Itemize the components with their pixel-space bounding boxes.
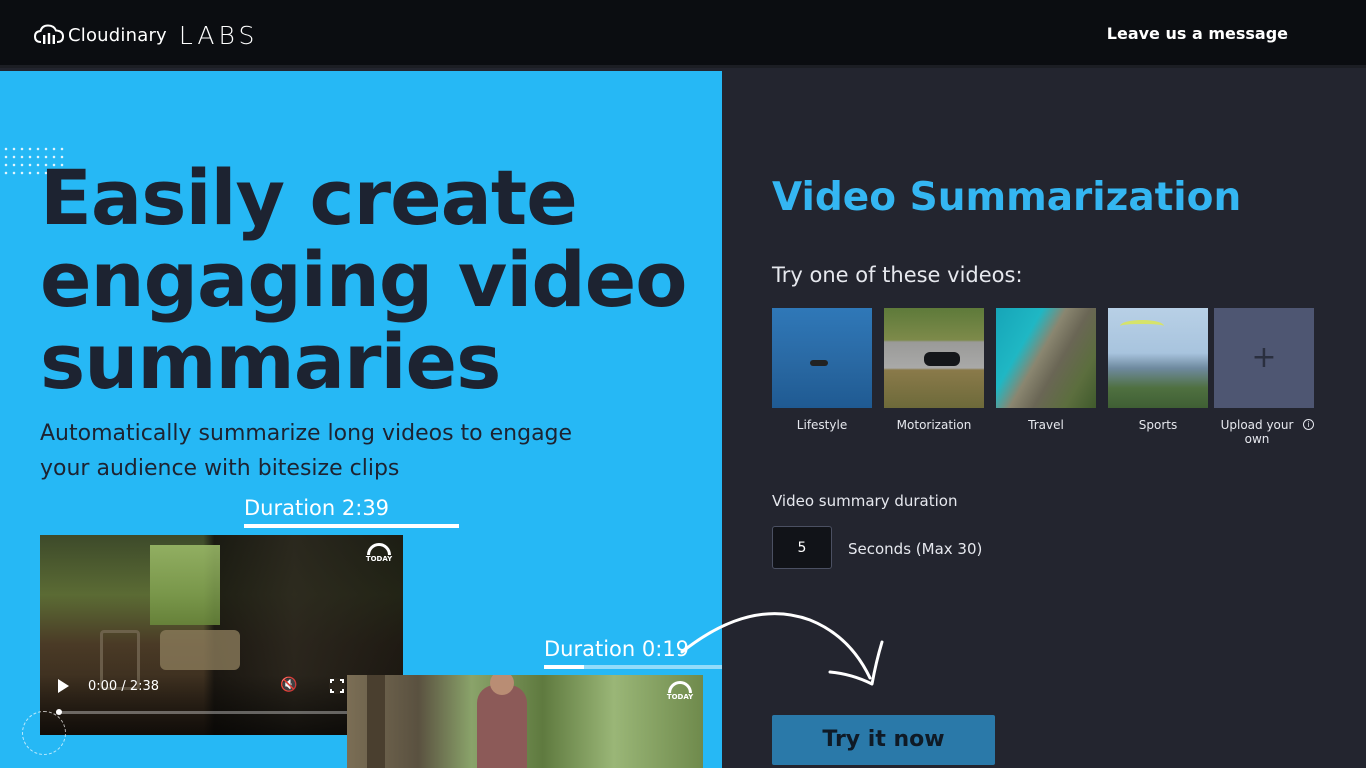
leave-message-link[interactable]: Leave us a message [1107, 24, 1288, 43]
boat-shape [810, 360, 828, 366]
summary-duration-label: Video summary duration [772, 492, 958, 510]
today-logo-icon: TODAY [665, 681, 695, 707]
play-icon[interactable] [58, 679, 69, 693]
panel-title: Video Summarization [772, 175, 1242, 220]
video-sofa [160, 630, 240, 670]
cloud-logo-icon [34, 24, 64, 44]
sample-label-lifestyle: Lifestyle [796, 418, 848, 432]
sample-video-motorization[interactable] [884, 308, 984, 408]
sample-video-travel[interactable] [996, 308, 1096, 408]
hero-subtitle: Automatically summarize long videos to e… [40, 421, 573, 481]
sample-video-lifestyle[interactable] [772, 308, 872, 408]
sample-label-sports: Sports [1138, 418, 1178, 432]
fullscreen-icon[interactable] [329, 678, 345, 694]
brand-name: Cloudinary [68, 24, 167, 46]
try-videos-label: Try one of these videos: [772, 263, 1023, 287]
info-icon[interactable]: i [1303, 419, 1314, 430]
top-nav-bar: Cloudinary LABS Leave us a message [0, 0, 1366, 68]
today-logo-icon: TODAY [364, 543, 394, 569]
sample-label-motorization: Motorization [896, 418, 972, 432]
summarization-panel: Video Summarization Try one of these vid… [722, 71, 1366, 768]
video-person [477, 685, 527, 768]
paraglider-shape [1120, 320, 1164, 332]
plus-icon: + [1251, 340, 1277, 375]
hero-section: Easily create engaging video summaries A… [0, 71, 722, 768]
cloudinary-labs-logo[interactable]: Cloudinary LABS [34, 20, 258, 50]
labs-wordmark: LABS [178, 20, 259, 50]
upload-video-button[interactable]: + [1214, 308, 1314, 408]
mute-icon[interactable]: 🔇 [280, 677, 298, 693]
hero-title: Easily create engaging video summaries [40, 153, 688, 406]
try-it-now-button[interactable]: Try it now [772, 715, 995, 765]
video-window [150, 545, 220, 625]
car-shape [924, 352, 960, 366]
sample-video-sports[interactable] [1108, 308, 1208, 408]
summary-duration-label: Duration 0:19 [544, 637, 690, 661]
summary-duration-fill [544, 665, 584, 669]
duration-unit-label: Seconds (Max 30) [848, 540, 983, 558]
video-progress-bar[interactable] [56, 709, 356, 715]
original-duration-bar [244, 524, 459, 528]
sample-label-travel: Travel [1028, 418, 1064, 432]
dashed-circle-decoration [22, 711, 66, 755]
summary-duration-input[interactable] [772, 526, 832, 569]
summary-video-player[interactable]: TODAY [347, 675, 703, 768]
video-time: 0:00 / 2:38 [88, 679, 160, 694]
video-post [367, 675, 385, 768]
upload-label: Upload your own [1220, 418, 1294, 446]
original-duration-label: Duration 2:39 [244, 496, 390, 520]
progress-knob[interactable] [56, 709, 62, 715]
